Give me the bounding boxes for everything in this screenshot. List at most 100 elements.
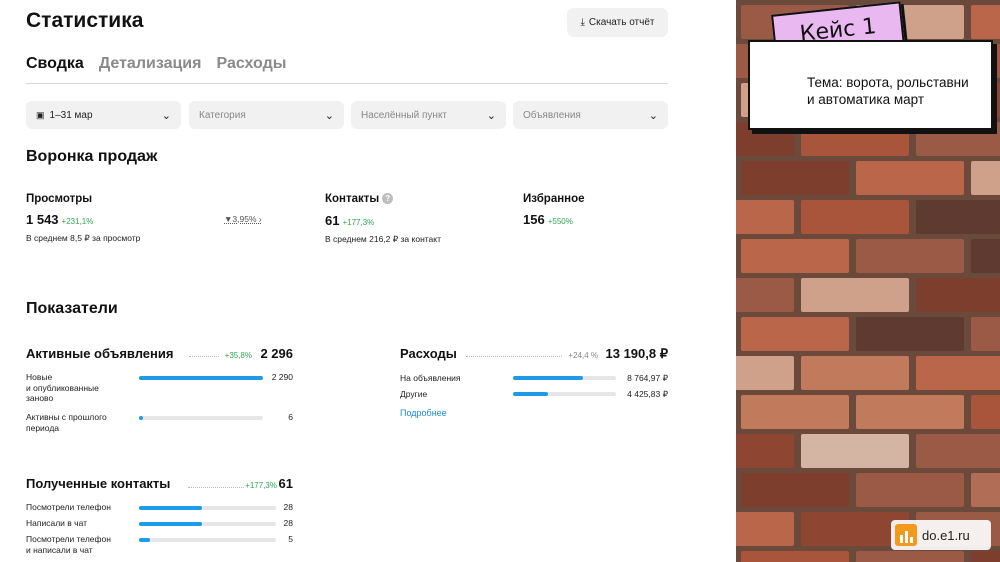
progress-bar [139, 538, 276, 542]
progress-fill [139, 506, 203, 510]
contacts-row-phone-label: Посмотрели телефон [26, 502, 111, 512]
tab-summary[interactable]: Сводка [26, 55, 84, 73]
brick [741, 161, 849, 195]
chevron-down-icon: ⌄ [324, 109, 334, 122]
brick [971, 317, 1000, 351]
views-value-row: 1 543 +231,1% [26, 212, 93, 227]
tab-details[interactable]: Детализация [99, 55, 202, 73]
calendar-icon: ▣ [36, 109, 45, 120]
contacts-row-both-label: Посмотрели телефон и написали в чат [26, 534, 111, 555]
label-line: заново [26, 393, 54, 403]
brick [741, 551, 849, 562]
ads-label: Объявления [523, 109, 581, 121]
dotted-leader [466, 356, 562, 357]
progress-fill [513, 376, 584, 380]
contacts-row-chat-value: 28 [283, 518, 293, 528]
help-icon[interactable]: ? [382, 193, 394, 204]
favorites-value-row: 156 +550% [523, 212, 573, 227]
ads-filter[interactable]: Объявления ⌄ [513, 101, 668, 129]
brick [741, 317, 849, 351]
brick [856, 239, 964, 273]
brick [971, 551, 1000, 562]
brick-wall-background: Кейс 1 Тема: ворота, рольставни и автома… [736, 0, 1000, 562]
contacts-row-phone-value: 28 [283, 502, 293, 512]
brick [916, 356, 1000, 390]
progress-fill [139, 522, 203, 526]
views-delta: +231,1% [61, 217, 94, 226]
label-line: Активны с прошлого [26, 412, 107, 422]
active-ads-total: 2 296 [260, 346, 293, 361]
favorites-delta: +550% [547, 217, 573, 226]
tab-bar: Сводка Детализация Расходы [26, 55, 286, 73]
locality-label: Населённый пункт [361, 109, 448, 121]
brick [736, 434, 794, 468]
expenses-title: Расходы [400, 346, 457, 361]
site-logo: do.e1.ru [891, 520, 991, 550]
date-range-label: 1–31 мар [49, 109, 93, 121]
brick [856, 551, 964, 562]
conversion-value: 3,95% [232, 214, 257, 224]
expenses-row-other-value: 4 425,83 ₽ [627, 389, 668, 399]
contacts-label-row: Контакты? [325, 193, 394, 205]
expenses-total: 13 190,8 ₽ [605, 346, 669, 361]
label-line: и опубликованные [26, 382, 99, 393]
chevron-down-icon: ⌄ [486, 109, 496, 122]
brick [971, 239, 1000, 273]
brick [801, 434, 909, 468]
label-line: и написали в чат [26, 544, 93, 555]
category-filter[interactable]: Категория ⌄ [189, 101, 344, 129]
expenses-row-ads-value: 8 764,97 ₽ [627, 373, 668, 383]
brick [856, 161, 964, 195]
tab-expenses[interactable]: Расходы [216, 55, 286, 73]
brick [801, 200, 909, 234]
brick [856, 395, 964, 429]
brick [736, 356, 794, 390]
brick [916, 278, 1000, 312]
brick [741, 395, 849, 429]
brick [741, 473, 849, 507]
brick [971, 473, 1000, 507]
progress-fill [139, 416, 143, 420]
label-line: Посмотрели телефон [26, 534, 111, 544]
contacts-block-total: 61 [278, 476, 293, 491]
logo-icon [895, 524, 917, 546]
topic-line: и автоматика март [807, 92, 925, 107]
brick [916, 434, 1000, 468]
category-label: Категория [199, 109, 246, 121]
progress-fill [139, 538, 150, 542]
contacts-value-row: 61 +177,3% [325, 213, 374, 228]
brick [971, 5, 1000, 39]
brick [971, 395, 1000, 429]
active-ads-title: Активные объявления [26, 346, 174, 361]
dotted-leader [188, 487, 244, 488]
progress-bar [139, 506, 276, 510]
download-report-button[interactable]: ⤓ Скачать отчёт [567, 8, 668, 37]
active-ads-row-new-label: Новые и опубликованные заново [26, 372, 99, 404]
conversion-link[interactable]: ▼3,95% › [224, 214, 262, 224]
views-label: Просмотры [26, 193, 93, 205]
brick [736, 200, 794, 234]
progress-fill [513, 392, 549, 396]
date-range-filter[interactable]: ▣ 1–31 мар ⌄ [26, 101, 181, 129]
active-ads-row-prev-value: 6 [288, 412, 293, 422]
brick [741, 239, 849, 273]
label-line: Новые [26, 372, 53, 382]
topic-card: Тема: ворота, рольставни и автоматика ма… [748, 40, 993, 130]
favorites-value: 156 [523, 212, 545, 227]
more-link[interactable]: Подробнее [400, 408, 447, 418]
views-sub: В среднем 8,5 ₽ за просмотр [26, 233, 141, 243]
contacts-label: Контакты [325, 193, 380, 205]
brick [856, 317, 964, 351]
contacts-sub: В среднем 216,2 ₽ за контакт [325, 234, 441, 244]
locality-filter[interactable]: Населённый пункт ⌄ [351, 101, 506, 129]
expenses-row-other-label: Другие [400, 389, 428, 399]
views-value: 1 543 [26, 212, 59, 227]
download-report-label: Скачать отчёт [588, 17, 655, 28]
active-ads-row-new-value: 2 290 [271, 372, 293, 382]
chevron-right-icon: › [256, 214, 262, 224]
brick [801, 278, 909, 312]
brick [736, 512, 794, 546]
active-ads-row-prev-label: Активны с прошлого периода [26, 412, 107, 433]
contacts-delta: +177,3% [342, 218, 375, 227]
contacts-value: 61 [325, 213, 340, 228]
